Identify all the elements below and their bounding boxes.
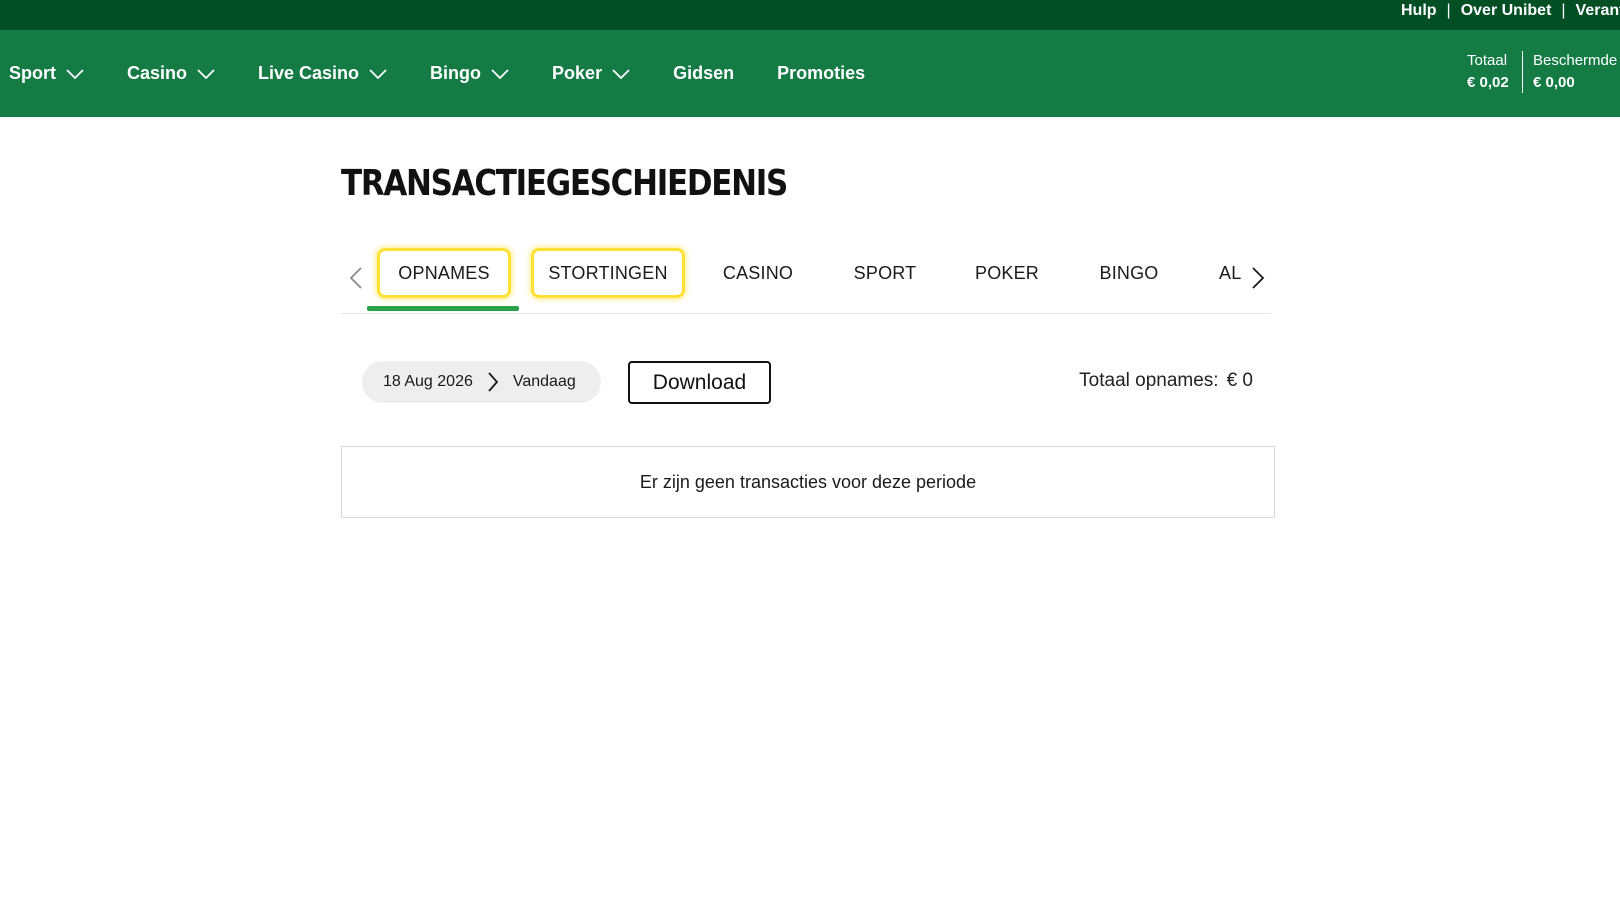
date-to: Vandaag [512,373,576,390]
separator: | [1561,2,1566,19]
balance-protected[interactable]: Beschermde € 0,00 [1533,50,1617,94]
balance-total[interactable]: Totaal € 0,02 [1467,50,1509,94]
tab-label: SPORT [853,262,917,283]
nav-item-label: Poker [552,63,603,83]
about-unibet-link[interactable]: Over Unibet [1461,2,1552,20]
tab-label: AL [1219,262,1242,283]
date-from: 18 Aug 2026 [383,373,473,390]
tab-stortingen[interactable]: STORTINGEN [531,248,685,298]
nav-item-promoties[interactable]: Promoties [777,63,865,84]
nav-item-live-casino[interactable]: Live Casino [258,63,387,84]
nav-item-sport[interactable]: Sport [9,63,84,84]
nav-item-label: Promoties [777,63,866,83]
tab-sport[interactable]: SPORT [838,248,932,298]
chevron-right-icon[interactable] [1248,266,1268,290]
empty-results-panel: Er zijn geen transacties voor deze perio… [341,446,1275,518]
balance-total-value: € 0,02 [1467,74,1509,91]
active-tab-indicator [367,306,519,311]
chevron-left-icon[interactable] [346,266,366,290]
page-title: TRANSACTIEGESCHIEDENIS [341,163,788,204]
tab-casino[interactable]: CASINO [708,248,808,298]
tab-poker[interactable]: POKER [960,248,1054,298]
chevron-down-icon [197,68,215,79]
tab-bingo[interactable]: BINGO [1081,248,1177,298]
nav-items: Sport Casino Live Casino Bingo Poker Gid… [9,30,908,117]
nav-item-poker[interactable]: Poker [552,63,630,84]
balance-total-label: Totaal [1467,52,1508,69]
download-button[interactable]: Download [628,361,771,404]
nav-item-label: Casino [127,63,188,83]
total-label: Totaal opnames: [1079,370,1219,391]
total-withdrawals: Totaal opnames: € 0 [1079,370,1253,392]
top-utility-bar: Hulp | Over Unibet | Verantw [0,0,1620,30]
tab-alle[interactable]: AL [1219,248,1249,298]
balance-protected-label: Beschermde [1533,52,1618,69]
utility-links: Hulp | Over Unibet | Verantw [1401,0,1620,22]
chevron-down-icon [491,68,509,79]
nav-item-gidsen[interactable]: Gidsen [673,63,734,84]
nav-item-casino[interactable]: Casino [127,63,215,84]
nav-item-label: Gidsen [673,63,735,83]
help-link[interactable]: Hulp [1401,2,1437,20]
total-value: € 0 [1226,370,1253,391]
balance-divider [1522,51,1523,93]
tab-label: CASINO [722,262,794,283]
tab-opnames[interactable]: OPNAMES [377,248,511,298]
nav-item-label: Sport [9,63,56,83]
tab-label: OPNAMES [398,262,490,283]
nav-item-bingo[interactable]: Bingo [430,63,509,84]
date-range-selector[interactable]: 18 Aug 2026 Vandaag [362,361,601,403]
separator: | [1446,2,1451,19]
chevron-right-icon [487,372,499,392]
tab-label: BINGO [1099,262,1159,283]
nav-item-label: Bingo [430,63,482,83]
main-navigation: Sport Casino Live Casino Bingo Poker Gid… [0,30,1620,117]
nav-item-label: Live Casino [258,63,360,83]
empty-message: Er zijn geen transacties voor deze perio… [639,471,977,492]
responsible-gaming-link[interactable]: Verantw [1576,2,1620,20]
balance-protected-value: € 0,00 [1533,74,1575,91]
tab-label: STORTINGEN [548,262,668,283]
chevron-down-icon [612,68,630,79]
tab-label: POKER [974,262,1040,283]
chevron-down-icon [369,68,387,79]
chevron-down-icon [66,68,84,79]
transaction-tabs: OPNAMES STORTINGEN CASINO SPORT POKER BI… [341,244,1271,314]
